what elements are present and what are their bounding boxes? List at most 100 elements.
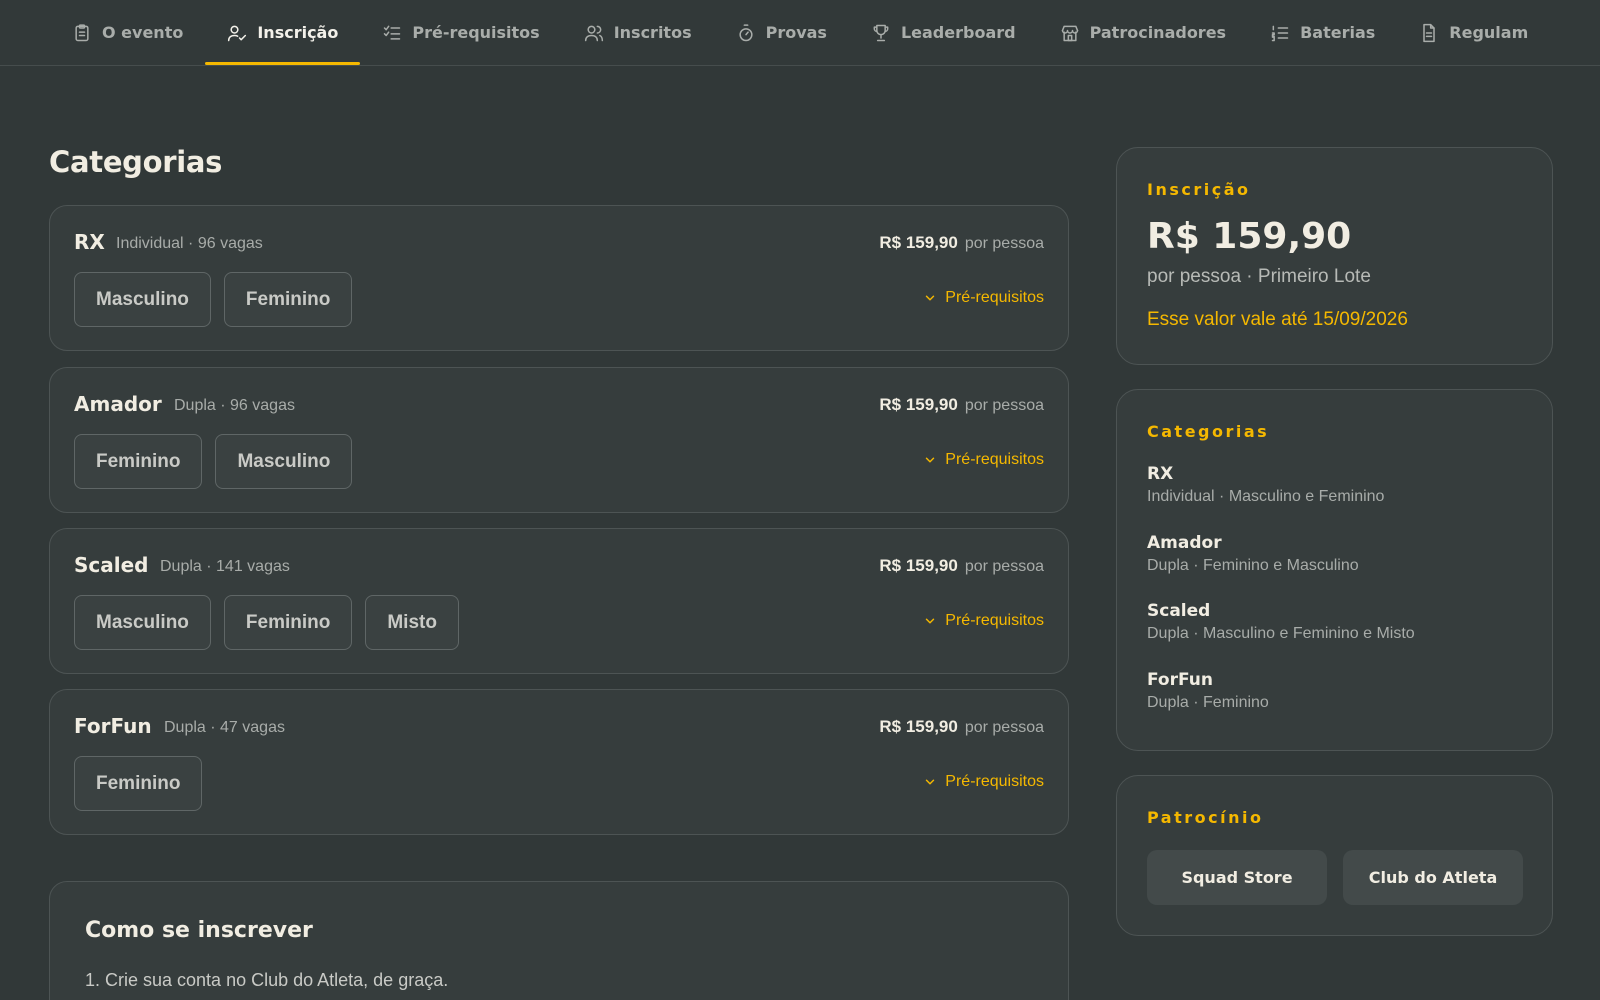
- sponsor-button[interactable]: Club do Atleta: [1343, 850, 1523, 905]
- category-card-scaled: Scaled Dupla · 141 vagas R$ 159,90 por p…: [49, 528, 1069, 674]
- tab-label: Regulam: [1449, 23, 1529, 42]
- category-price: R$ 159,90 por pessoa: [879, 717, 1044, 737]
- sponsor-list: Squad Store Club do Atleta: [1147, 850, 1523, 905]
- summary-category-desc: Individual · Masculino e Feminino: [1147, 488, 1385, 505]
- option-chip[interactable]: Misto: [365, 595, 459, 650]
- tab-baterias[interactable]: Baterias: [1248, 0, 1397, 65]
- category-meta: Dupla · 47 vagas: [164, 719, 285, 736]
- prereq-toggle[interactable]: Pré-requisitos: [923, 289, 1044, 307]
- tab-provas[interactable]: Provas: [714, 0, 849, 65]
- price-value: R$ 159,90: [879, 395, 958, 414]
- price-value: R$ 159,90: [879, 717, 958, 736]
- category-meta: Individual · 96 vagas: [116, 235, 263, 252]
- tab-label: Patrocinadores: [1089, 23, 1227, 42]
- gender-options: Feminino: [74, 756, 203, 811]
- section-label: Patrocínio: [1147, 808, 1264, 827]
- category-name: RX: [74, 230, 105, 254]
- tab-label: O evento: [102, 23, 184, 42]
- tab-label: Leaderboard: [900, 23, 1016, 42]
- sponsor-button[interactable]: Squad Store: [1147, 850, 1327, 905]
- top-navigation: O evento Inscrição Pré-requisitos Inscri…: [0, 0, 1600, 66]
- summary-category: Amador Dupla · Feminino e Masculino: [1147, 533, 1359, 575]
- category-name: Scaled: [74, 553, 149, 577]
- tab-inscritos[interactable]: Inscritos: [562, 0, 714, 65]
- prereq-label: Pré-requisitos: [945, 612, 1044, 629]
- summary-category-desc: Dupla · Feminino: [1147, 694, 1269, 711]
- registration-price: R$ 159,90: [1147, 216, 1352, 257]
- summary-category: Scaled Dupla · Masculino e Feminino e Mi…: [1147, 601, 1415, 643]
- trophy-icon: [873, 24, 889, 41]
- checklist-icon: [384, 25, 401, 40]
- tab-patrocinadores[interactable]: Patrocinadores: [1038, 0, 1249, 65]
- section-label: Inscrição: [1147, 180, 1251, 199]
- chevron-down-icon: [926, 779, 935, 785]
- store-icon: [1061, 25, 1078, 41]
- tab-label: Baterias: [1300, 23, 1376, 42]
- summary-category-name: Amador: [1147, 533, 1222, 553]
- chevron-down-icon: [926, 618, 935, 624]
- summary-category: RX Individual · Masculino e Feminino: [1147, 464, 1384, 506]
- price-value: R$ 159,90: [879, 556, 958, 575]
- category-price: R$ 159,90 por pessoa: [879, 556, 1044, 576]
- sponsorship-card: Patrocínio Squad Store Club do Atleta: [1116, 775, 1553, 936]
- gender-options: Masculino Feminino Misto: [74, 595, 459, 650]
- price-unit: por pessoa: [964, 558, 1044, 575]
- tab-inscricao[interactable]: Inscrição: [205, 0, 361, 65]
- prereq-label: Pré-requisitos: [945, 773, 1044, 790]
- category-card-forfun: ForFun Dupla · 47 vagas R$ 159,90 por pe…: [49, 689, 1069, 835]
- user-check-icon: [228, 25, 247, 41]
- summary-category-name: RX: [1147, 464, 1174, 484]
- howto-title: Como se inscrever: [85, 918, 313, 943]
- tab-label: Provas: [765, 23, 827, 42]
- prereq-label: Pré-requisitos: [945, 451, 1044, 468]
- gender-options: Feminino Masculino: [74, 434, 353, 489]
- registration-summary-card: Inscrição R$ 159,90 por pessoa · Primeir…: [1116, 147, 1553, 365]
- summary-category-name: Scaled: [1147, 601, 1211, 621]
- registration-deadline: Esse valor vale até 15/09/2026: [1147, 309, 1408, 330]
- page-title: Categorias: [49, 145, 223, 179]
- summary-category: ForFun Dupla · Feminino: [1147, 670, 1269, 712]
- categories-summary-card: Categorias RX Individual · Masculino e F…: [1116, 389, 1553, 751]
- option-chip[interactable]: Feminino: [223, 595, 353, 650]
- tab-o-evento[interactable]: O evento: [50, 0, 205, 65]
- summary-category-name: ForFun: [1147, 670, 1213, 690]
- prereq-toggle[interactable]: Pré-requisitos: [923, 451, 1044, 469]
- registration-lot: por pessoa · Primeiro Lote: [1147, 266, 1371, 287]
- howto-step: 1. Crie sua conta no Club do Atleta, de …: [85, 970, 449, 990]
- category-meta: Dupla · 141 vagas: [160, 558, 290, 575]
- option-chip[interactable]: Feminino: [223, 272, 353, 327]
- category-name: ForFun: [74, 714, 152, 738]
- gender-options: Masculino Feminino: [74, 272, 353, 327]
- chevron-down-icon: [926, 457, 935, 463]
- option-chip[interactable]: Masculino: [74, 272, 211, 327]
- option-chip[interactable]: Feminino: [74, 756, 203, 811]
- users-icon: [584, 25, 603, 41]
- tab-label: Inscrição: [257, 23, 339, 42]
- document-icon: [1423, 23, 1436, 42]
- summary-category-desc: Dupla · Masculino e Feminino e Misto: [1147, 625, 1415, 642]
- option-chip[interactable]: Masculino: [74, 595, 211, 650]
- category-card-rx: RX Individual · 96 vagas R$ 159,90 por p…: [49, 205, 1069, 351]
- price-unit: por pessoa: [964, 719, 1044, 736]
- chevron-down-icon: [926, 295, 935, 301]
- summary-category-desc: Dupla · Feminino e Masculino: [1147, 557, 1359, 574]
- tab-regulamento[interactable]: Regulam: [1397, 0, 1550, 65]
- tab-leaderboard[interactable]: Leaderboard: [849, 0, 1038, 65]
- section-label: Categorias: [1147, 422, 1270, 441]
- option-chip[interactable]: Feminino: [74, 434, 203, 489]
- option-chip[interactable]: Masculino: [215, 434, 353, 489]
- prereq-toggle[interactable]: Pré-requisitos: [923, 773, 1044, 791]
- prereq-label: Pré-requisitos: [945, 289, 1044, 306]
- prereq-toggle[interactable]: Pré-requisitos: [923, 612, 1044, 630]
- list-ordered-icon: [1271, 25, 1289, 41]
- clipboard-icon: [75, 23, 89, 41]
- price-value: R$ 159,90: [879, 233, 958, 252]
- tab-pre-requisitos[interactable]: Pré-requisitos: [360, 0, 561, 65]
- howto-card: Como se inscrever 1. Crie sua conta no C…: [49, 881, 1069, 1000]
- category-name: Amador: [74, 392, 162, 416]
- category-meta: Dupla · 96 vagas: [174, 397, 295, 414]
- category-price: R$ 159,90 por pessoa: [879, 233, 1044, 253]
- stopwatch-icon: [739, 23, 753, 41]
- price-unit: por pessoa: [964, 397, 1044, 414]
- category-price: R$ 159,90 por pessoa: [879, 395, 1044, 415]
